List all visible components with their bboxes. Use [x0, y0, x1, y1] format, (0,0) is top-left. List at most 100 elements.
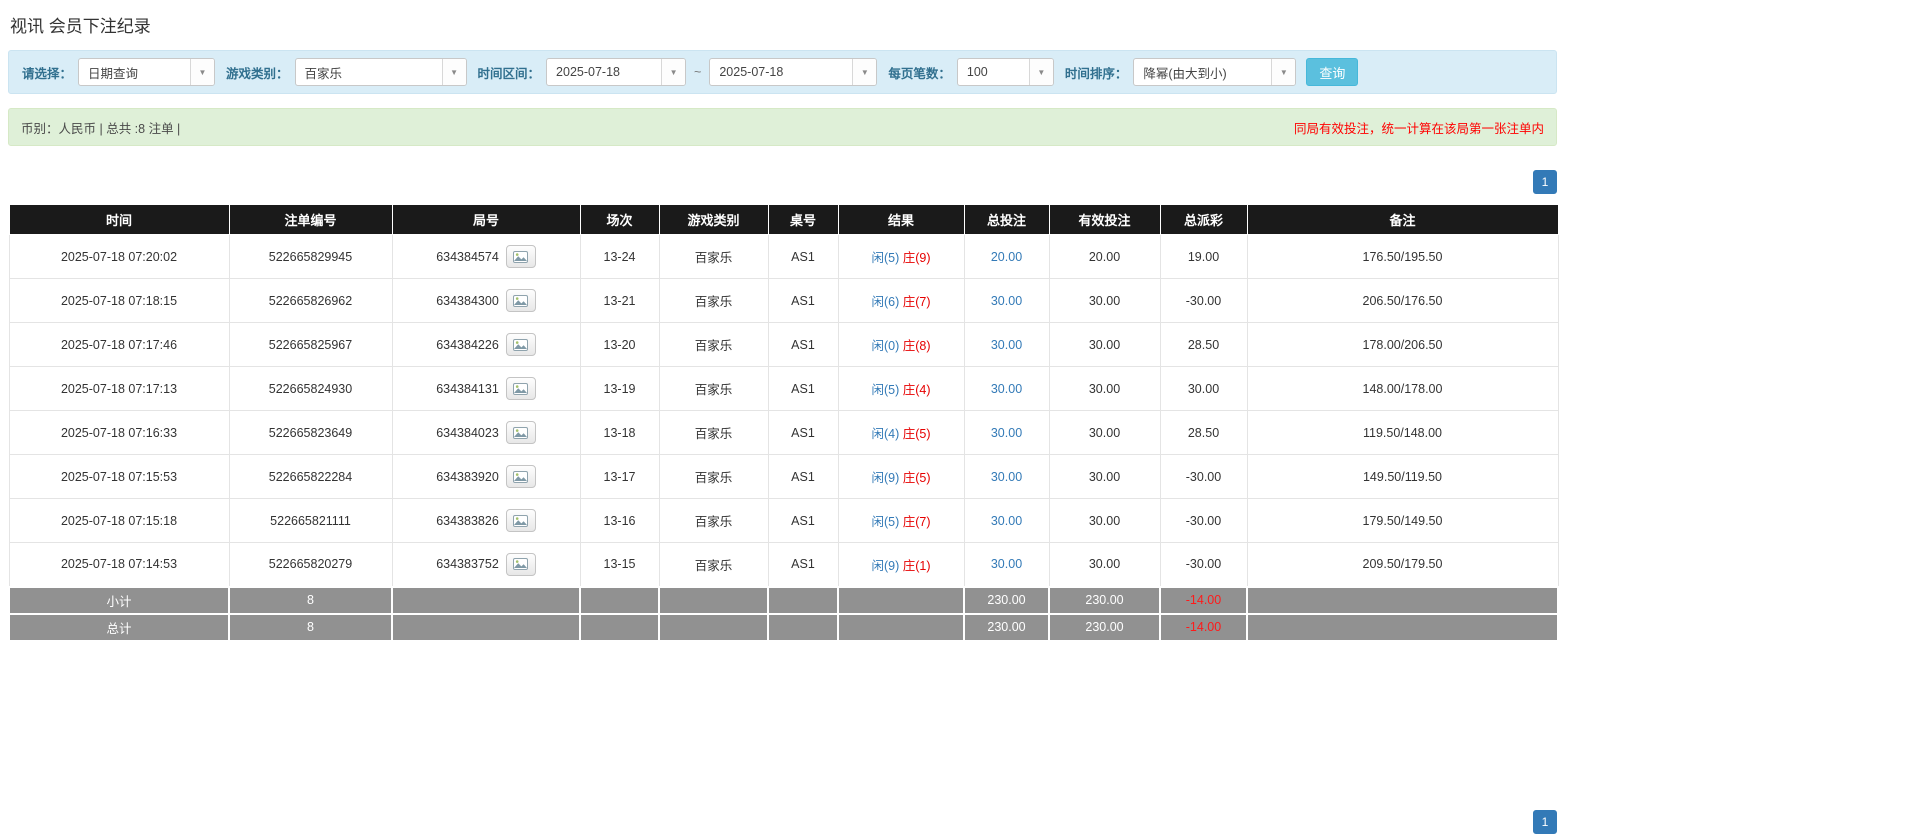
result-cell: 闲(9) 庄(1) — [837, 542, 965, 587]
game-type-select[interactable]: 百家乐 ▼ — [294, 58, 467, 86]
bet-id-cell: 522665821111 — [228, 498, 393, 543]
table-no-cell: AS1 — [767, 454, 839, 499]
payout-cell: -30.00 — [1159, 454, 1248, 499]
total-bet-cell: 30.00 — [963, 278, 1050, 323]
valid-bet-cell: 30.00 — [1048, 410, 1161, 455]
column-header: 时间 — [8, 204, 230, 235]
round-id-cell: 634383920 — [391, 454, 581, 499]
round-id-cell: 634384131 — [391, 366, 581, 411]
view-result-icon[interactable] — [505, 289, 536, 312]
table-no-cell: AS1 — [767, 410, 839, 455]
result-cell: 闲(9) 庄(5) — [837, 454, 965, 499]
summary-cell — [837, 612, 965, 642]
page-size-label: 每页笔数： — [888, 66, 951, 81]
round-id-text: 634384300 — [436, 293, 499, 308]
table-row: 2025-07-18 07:15:18 522665821111 634383826… — [8, 498, 1559, 543]
total-bet-cell: 30.00 — [963, 454, 1050, 499]
player-result: 闲(5) — [871, 383, 900, 397]
payout-cell: -30.00 — [1159, 542, 1248, 587]
valid-bet-cell: 30.00 — [1048, 542, 1161, 587]
page-size-value: 100 — [966, 65, 988, 79]
result-cell: 闲(0) 庄(8) — [837, 322, 965, 367]
result-cell: 闲(6) 庄(7) — [837, 278, 965, 323]
round-id-cell: 634384574 — [391, 234, 581, 279]
total-bet-link[interactable]: 30.00 — [991, 294, 1022, 308]
total-bet-link[interactable]: 30.00 — [991, 338, 1022, 352]
view-result-icon[interactable] — [505, 465, 536, 488]
table-row: 2025-07-18 07:16:33 522665823649 634384023… — [8, 410, 1559, 455]
view-result-icon[interactable] — [505, 377, 536, 400]
table-row: 2025-07-18 07:18:15 522665826962 634384300… — [8, 278, 1559, 323]
player-result: 闲(5) — [871, 515, 900, 529]
total-bet-cell: 20.00 — [963, 234, 1050, 279]
column-header: 总派彩 — [1159, 204, 1248, 235]
summary-cell: 小计 — [8, 585, 230, 615]
round-id-text: 634383752 — [436, 557, 499, 572]
table-no-cell: AS1 — [767, 322, 839, 367]
pagination-bottom: 1 — [1533, 810, 1557, 834]
view-result-icon[interactable] — [505, 552, 536, 576]
column-header: 场次 — [579, 204, 660, 235]
player-result: 闲(9) — [871, 471, 900, 485]
summary-cell — [391, 612, 581, 642]
search-button[interactable]: 查询 — [1306, 58, 1359, 86]
remark-cell: 119.50/148.00 — [1246, 410, 1559, 455]
chevron-down-icon: ▼ — [852, 59, 877, 85]
pagination-top: 1 — [8, 170, 1557, 194]
remark-cell: 149.50/119.50 — [1246, 454, 1559, 499]
time-sort-label: 时间排序： — [1064, 66, 1128, 81]
bet-id-cell: 522665820279 — [228, 542, 393, 587]
remark-cell: 148.00/178.00 — [1246, 366, 1559, 411]
player-result: 闲(0) — [871, 339, 900, 353]
summary-cell — [1246, 612, 1559, 642]
round-id-text: 634384226 — [436, 337, 499, 352]
summary-cell — [1246, 585, 1559, 615]
banker-result: 庄(7) — [902, 295, 931, 309]
round-id-cell: 634384300 — [391, 278, 581, 323]
time-sort-select[interactable]: 降幂(由大到小) ▼ — [1133, 58, 1297, 86]
round-id-cell: 634383826 — [391, 498, 581, 543]
view-result-icon[interactable] — [505, 333, 536, 356]
total-bet-cell: 30.00 — [963, 542, 1050, 587]
total-bet-link[interactable]: 30.00 — [991, 557, 1022, 571]
game-type-label: 游戏类别： — [226, 66, 289, 81]
date-from-select[interactable]: 2025-07-18 ▼ — [546, 58, 687, 86]
bet-id-cell: 522665829945 — [228, 234, 393, 279]
total-bet-cell: 30.00 — [963, 410, 1050, 455]
time-cell: 2025-07-18 07:17:13 — [8, 366, 230, 411]
payout-cell: 28.50 — [1159, 410, 1248, 455]
result-cell: 闲(5) 庄(4) — [837, 366, 965, 411]
page-size-select[interactable]: 100 ▼ — [956, 58, 1054, 86]
view-result-icon[interactable] — [505, 509, 536, 532]
summary-cell — [579, 612, 660, 642]
total-bet-link[interactable]: 30.00 — [991, 514, 1022, 528]
player-result: 闲(6) — [871, 295, 900, 309]
view-result-icon[interactable] — [505, 245, 536, 268]
round-id-text: 634383826 — [436, 513, 499, 528]
query-type-select[interactable]: 日期查询 ▼ — [78, 58, 216, 86]
chevron-down-icon: ▼ — [190, 59, 215, 85]
game-type-cell: 百家乐 — [658, 278, 769, 323]
player-result: 闲(9) — [871, 558, 900, 573]
date-to-select[interactable]: 2025-07-18 ▼ — [709, 58, 878, 86]
range-separator: ~ — [694, 65, 702, 79]
round-id-cell: 634384023 — [391, 410, 581, 455]
payout-cell: -30.00 — [1159, 278, 1248, 323]
total-bet-link[interactable]: 30.00 — [991, 382, 1022, 396]
session-cell: 13-18 — [579, 410, 660, 455]
total-bet-link[interactable]: 30.00 — [991, 470, 1022, 484]
banker-result: 庄(5) — [902, 427, 931, 441]
remark-cell: 176.50/195.50 — [1246, 234, 1559, 279]
page-number-button[interactable]: 1 — [1533, 810, 1557, 834]
column-header: 有效投注 — [1048, 204, 1161, 235]
round-id-text: 634384574 — [436, 249, 499, 264]
page-number-button[interactable]: 1 — [1533, 170, 1557, 194]
summary-cell: 8 — [228, 612, 393, 642]
column-header: 备注 — [1246, 204, 1559, 235]
banker-result: 庄(1) — [902, 558, 931, 573]
round-id-text: 634384023 — [436, 425, 499, 440]
view-result-icon[interactable] — [505, 421, 536, 444]
summary-cell: 8 — [228, 585, 393, 615]
total-bet-link[interactable]: 20.00 — [991, 250, 1022, 264]
total-bet-link[interactable]: 30.00 — [991, 426, 1022, 440]
